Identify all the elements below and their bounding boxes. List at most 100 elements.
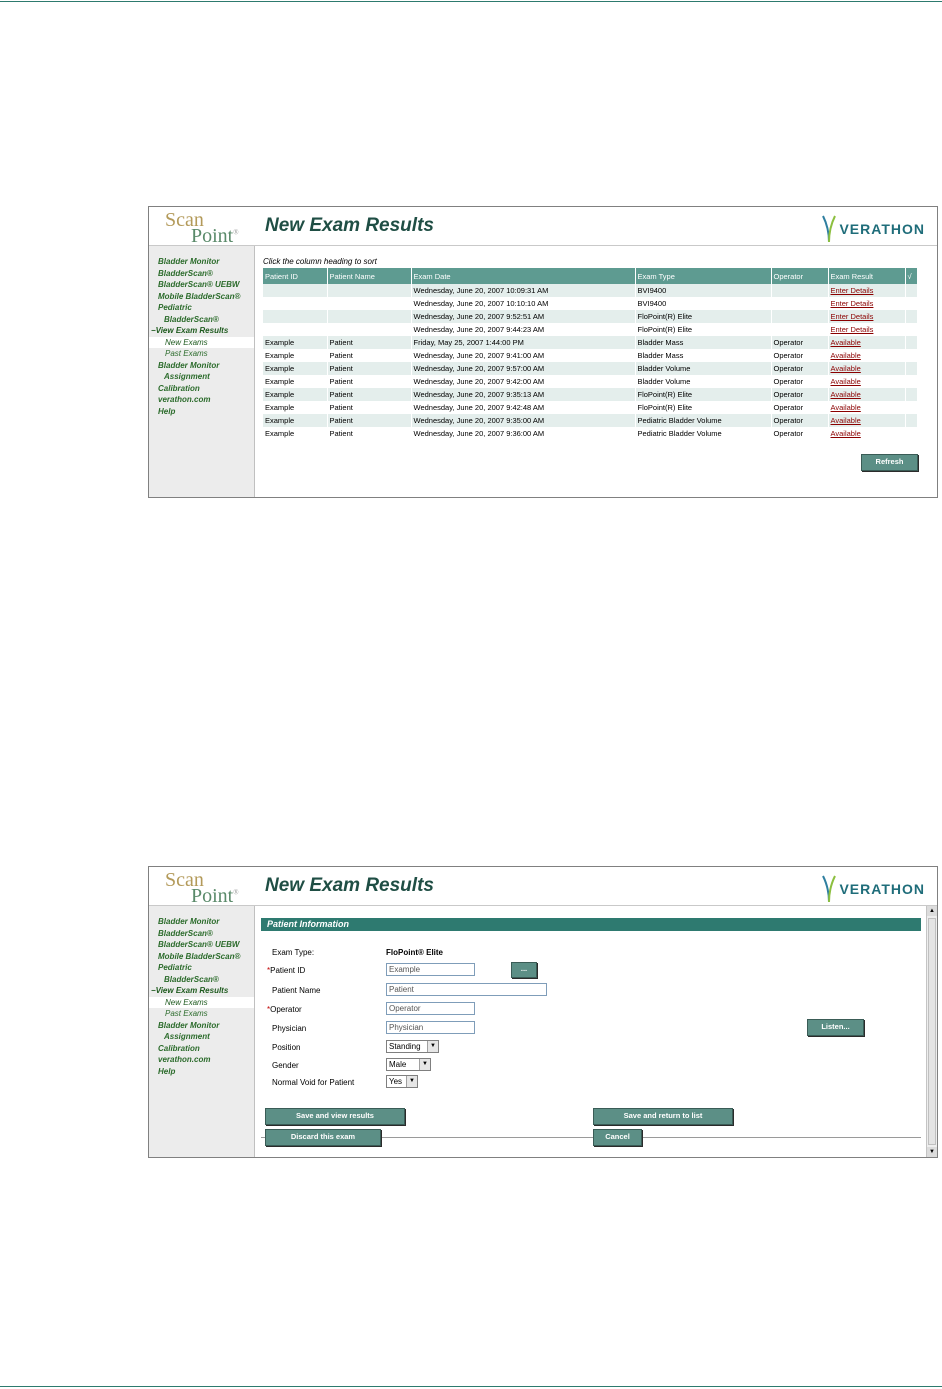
table-row[interactable]: Wednesday, June 20, 2007 10:10:10 AM BVI9… [263, 297, 918, 310]
page-top-rule [0, 1, 942, 2]
scroll-up-icon[interactable]: ▲ [927, 906, 937, 916]
chevron-down-icon[interactable]: ▼ [406, 1076, 417, 1087]
chevron-down-icon[interactable]: ▼ [419, 1059, 430, 1070]
scroll-down-icon[interactable]: ▼ [927, 1147, 937, 1157]
table-cell: Operator [771, 362, 829, 375]
position-select[interactable]: Standing ▼ [386, 1040, 439, 1053]
sidebar-item[interactable]: Mobile BladderScan® [149, 951, 254, 963]
save-and-view-results-button[interactable]: Save and view results [265, 1108, 405, 1125]
exam-result-link[interactable]: Available [831, 351, 861, 360]
table-cell: Wednesday, June 20, 2007 9:35:00 AM [411, 414, 636, 427]
scrollbar-thumb[interactable] [928, 918, 936, 1145]
table-row[interactable]: Wednesday, June 20, 2007 9:44:23 AM FloPo… [263, 323, 918, 336]
exam-result-link[interactable]: Available [831, 377, 861, 386]
sidebar-item[interactable]: Calibration [149, 1043, 254, 1055]
sidebar-item[interactable]: BladderScan® UEBW [149, 939, 254, 951]
vertical-scrollbar[interactable]: ▲ ▼ [926, 906, 937, 1157]
sidebar-item[interactable]: Pediatric [149, 962, 254, 974]
gender-select[interactable]: Male ▼ [386, 1058, 431, 1071]
table-cell: FloPoint(R) Elite [635, 401, 772, 414]
column-header[interactable]: Exam Result [828, 268, 906, 284]
table-cell: Operator [771, 375, 829, 388]
verathon-logo: VERATHON [822, 213, 925, 245]
exam-result-link[interactable]: Enter Details [831, 299, 874, 308]
exam-result-link[interactable]: Available [831, 429, 861, 438]
table-row[interactable]: Example Patient Wednesday, June 20, 2007 9… [263, 375, 918, 388]
table-row[interactable]: Example Patient Wednesday, June 20, 2007 9… [263, 414, 918, 427]
sidebar-item[interactable]: verathon.com [149, 1054, 254, 1066]
table-cell: Available [828, 362, 906, 375]
check-column-header[interactable]: √ [905, 268, 918, 284]
normal-void-select[interactable]: Yes ▼ [386, 1075, 418, 1088]
column-header[interactable]: Exam Type [635, 268, 772, 284]
table-row[interactable]: Example Patient Wednesday, June 20, 2007 9… [263, 349, 918, 362]
table-row[interactable]: Example Patient Wednesday, June 20, 2007 9… [263, 388, 918, 401]
patient-form-window: Scan Point® New Exam Results VERATHON Bl… [148, 866, 938, 1158]
table-cell: Example [263, 414, 328, 427]
sidebar-item[interactable]: BladderScan® UEBW [149, 279, 254, 291]
sidebar-item[interactable]: −View Exam Results [149, 325, 254, 337]
column-header[interactable]: Patient Name [327, 268, 412, 284]
sidebar-item[interactable]: BladderScan® [149, 314, 254, 326]
sidebar-item[interactable]: Bladder Monitor [149, 1020, 254, 1032]
table-row[interactable]: Wednesday, June 20, 2007 9:52:51 AM FloPo… [263, 310, 918, 323]
table-row[interactable]: Example Patient Friday, May 25, 2007 1:44:… [263, 336, 918, 349]
table-cell: FloPoint(R) Elite [635, 388, 772, 401]
table-cell: Wednesday, June 20, 2007 9:42:48 AM [411, 401, 636, 414]
exam-result-link[interactable]: Enter Details [831, 325, 874, 334]
table-row[interactable]: Example Patient Wednesday, June 20, 2007 9… [263, 362, 918, 375]
patient-id-label: *Patient ID [267, 966, 306, 975]
sidebar-item[interactable]: Assignment [149, 1031, 254, 1043]
discard-exam-button[interactable]: Discard this exam [265, 1129, 381, 1146]
cancel-button[interactable]: Cancel [593, 1129, 642, 1146]
sidebar-item[interactable]: Bladder Monitor [149, 256, 254, 268]
sidebar-item[interactable]: −View Exam Results [149, 985, 254, 997]
exam-result-link[interactable]: Available [831, 416, 861, 425]
table-cell: Patient [327, 388, 412, 401]
sidebar-item[interactable]: BladderScan® [149, 974, 254, 986]
sidebar-item[interactable]: Bladder Monitor [149, 916, 254, 928]
sidebar-item[interactable]: BladderScan® [149, 928, 254, 940]
table-row[interactable]: Example Patient Wednesday, June 20, 2007 9… [263, 427, 918, 440]
operator-field[interactable]: Operator [386, 1002, 475, 1015]
sidebar-item[interactable]: New Exams [149, 336, 254, 348]
sidebar-item[interactable]: BladderScan® [149, 268, 254, 280]
refresh-button[interactable]: Refresh [861, 454, 918, 471]
chevron-down-icon[interactable]: ▼ [427, 1041, 438, 1052]
verathon-mark-icon [822, 875, 837, 903]
column-header[interactable]: Patient ID [263, 268, 328, 284]
patient-name-label: Patient Name [272, 986, 321, 995]
patient-name-field[interactable]: Patient [386, 983, 547, 996]
sidebar-item[interactable]: Past Exams [149, 1008, 254, 1020]
sidebar-item[interactable]: Bladder Monitor [149, 360, 254, 372]
column-header[interactable]: Operator [771, 268, 829, 284]
listen-button[interactable]: Listen... [807, 1019, 864, 1036]
sidebar-item[interactable]: Past Exams [149, 348, 254, 360]
column-header[interactable]: Exam Date [411, 268, 636, 284]
exam-result-link[interactable]: Enter Details [831, 312, 874, 321]
patient-lookup-button[interactable]: ... [511, 962, 537, 978]
exam-result-link[interactable]: Available [831, 364, 861, 373]
table-cell: Operator [771, 427, 829, 440]
table-cell: Bladder Volume [635, 375, 772, 388]
table-row[interactable]: Example Patient Wednesday, June 20, 2007 9… [263, 401, 918, 414]
physician-field[interactable]: Physician [386, 1021, 475, 1034]
save-and-return-to-list-button[interactable]: Save and return to list [593, 1108, 733, 1125]
sidebar-item[interactable]: verathon.com [149, 394, 254, 406]
table-cell: Wednesday, June 20, 2007 10:09:31 AM [411, 284, 636, 297]
sidebar-item[interactable]: Pediatric [149, 302, 254, 314]
sidebar-item[interactable]: Mobile BladderScan® [149, 291, 254, 303]
sidebar-item[interactable]: Calibration [149, 383, 254, 395]
sidebar-item[interactable]: Assignment [149, 371, 254, 383]
table-cell [905, 375, 918, 388]
patient-id-field[interactable]: Example [386, 963, 475, 976]
table-cell: Example [263, 375, 328, 388]
sidebar-item[interactable]: Help [149, 406, 254, 418]
exam-result-link[interactable]: Available [831, 338, 861, 347]
exam-result-link[interactable]: Available [831, 403, 861, 412]
sidebar-item[interactable]: Help [149, 1066, 254, 1078]
table-row[interactable]: Wednesday, June 20, 2007 10:09:31 AM BVI9… [263, 284, 918, 297]
exam-result-link[interactable]: Available [831, 390, 861, 399]
exam-result-link[interactable]: Enter Details [831, 286, 874, 295]
sidebar-item[interactable]: New Exams [149, 996, 254, 1008]
